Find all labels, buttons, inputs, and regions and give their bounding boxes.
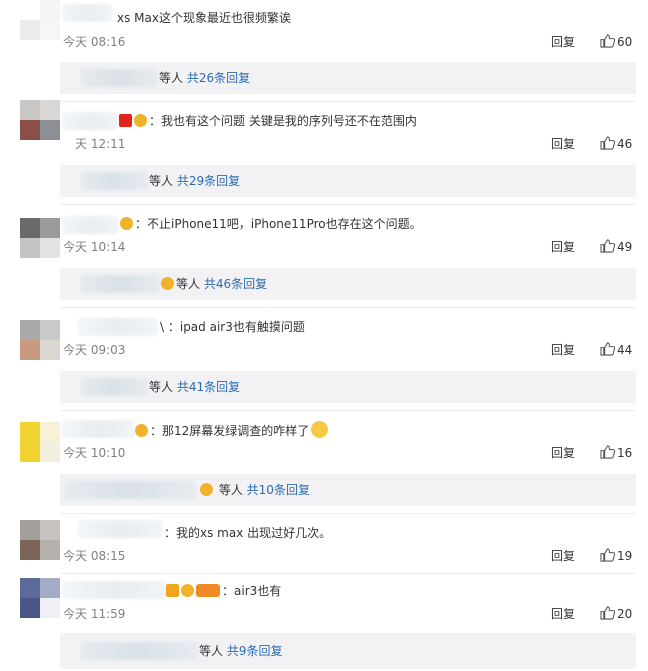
avatar[interactable] <box>20 0 60 40</box>
thumbs-up-icon <box>600 342 615 356</box>
like-button[interactable]: 44 <box>600 342 632 358</box>
replies-summary[interactable]: 等人 共41条回复 <box>60 371 636 403</box>
divider <box>60 410 636 411</box>
reply-users-redacted <box>80 275 160 293</box>
avatar[interactable] <box>20 422 60 462</box>
member-badge-icon <box>181 584 194 597</box>
avatar[interactable] <box>20 218 60 258</box>
like-button[interactable]: 60 <box>600 34 632 50</box>
username-redacted <box>62 216 118 234</box>
reply-users-redacted <box>64 481 196 499</box>
member-badge-icon <box>161 277 174 290</box>
member-badge-icon <box>134 114 147 127</box>
member-badge-icon <box>135 424 148 437</box>
reply-count[interactable]: 共26条回复 <box>187 71 250 85</box>
comment-time: 今天 08:16 <box>63 35 126 49</box>
thumbs-up-icon <box>600 239 615 253</box>
like-count: 60 <box>617 35 633 49</box>
username-redacted <box>78 520 162 538</box>
replies-link[interactable]: 等人 共26条回复 <box>159 70 250 86</box>
comment-time: 今天 09:03 <box>63 343 126 357</box>
reply-users-redacted <box>80 642 198 660</box>
reply-button[interactable]: 回复 <box>551 445 575 461</box>
divider <box>60 513 636 514</box>
replies-summary[interactable]: 等人 共10条回复 <box>60 474 636 506</box>
replies-summary[interactable]: 等人 共9条回复 <box>60 633 636 669</box>
comment-text: ：不止iPhone11吧，iPhone11Pro也存在这个问题。 <box>120 215 422 233</box>
comment-text: xs Max这个现象最近也很频繁诶 <box>117 11 291 25</box>
divider <box>60 307 636 308</box>
thumbs-up-icon <box>600 606 615 620</box>
comment-text: \ ：ipad air3也有触摸问题 <box>160 320 305 334</box>
replies-summary[interactable]: 等人 共46条回复 <box>60 268 636 300</box>
username-redacted <box>62 420 134 438</box>
comment-time: 今天 08:15 <box>63 549 126 563</box>
replies-summary[interactable]: 等人 共26条回复 <box>60 62 636 94</box>
username-redacted <box>78 318 158 336</box>
like-count: 49 <box>617 240 633 254</box>
reply-count[interactable]: 共41条回复 <box>177 380 240 394</box>
avatar[interactable] <box>20 520 60 560</box>
like-button[interactable]: 49 <box>600 239 632 255</box>
comment-text: ：我的xs max 出现过好几次。 <box>164 526 332 540</box>
comment-text: ：air3也有 <box>166 582 281 600</box>
laughing-emoji-icon <box>311 421 329 438</box>
comment-time: 今天 11:59 <box>63 607 126 621</box>
reply-count[interactable]: 共46条回复 <box>204 277 267 291</box>
reply-count[interactable]: 共10条回复 <box>247 483 310 497</box>
username-redacted <box>62 4 112 22</box>
replies-link[interactable]: 等人 共10条回复 <box>200 482 310 498</box>
replies-link[interactable]: 等人 共41条回复 <box>149 379 240 395</box>
thumbs-up-icon <box>600 34 615 48</box>
like-button[interactable]: 16 <box>600 445 632 461</box>
thumbs-up-icon <box>600 548 615 562</box>
reply-button[interactable]: 回复 <box>551 606 575 622</box>
vip-badge-icon <box>166 584 179 597</box>
like-count: 19 <box>617 549 633 563</box>
like-count: 20 <box>617 607 633 621</box>
like-count: 46 <box>617 137 633 151</box>
reply-count[interactable]: 共9条回复 <box>227 644 283 658</box>
username-redacted <box>62 112 118 130</box>
replies-link[interactable]: 等人 共29条回复 <box>149 173 240 189</box>
reply-button[interactable]: 回复 <box>551 34 575 50</box>
member-badge-icon <box>120 217 133 230</box>
replies-link[interactable]: 等人 共46条回复 <box>161 276 267 292</box>
like-count: 16 <box>617 446 633 460</box>
reply-button[interactable]: 回复 <box>551 548 575 564</box>
reply-users-redacted <box>80 172 148 190</box>
divider <box>60 573 636 574</box>
comment-time: 今天 10:10 <box>63 446 126 460</box>
comment-time: 天 12:11 <box>75 137 126 151</box>
reply-users-redacted <box>80 378 148 396</box>
username-redacted <box>62 581 166 599</box>
reply-button[interactable]: 回复 <box>551 342 575 358</box>
thumbs-up-icon <box>600 445 615 459</box>
avatar[interactable] <box>20 100 60 140</box>
avatar[interactable] <box>20 320 60 360</box>
like-count: 44 <box>617 343 633 357</box>
comment-text: ：我也有这个问题 关键是我的序列号还不在范围内 <box>119 112 417 130</box>
verified-badge-icon <box>119 114 132 127</box>
member-badge-icon <box>200 483 213 496</box>
reply-button[interactable]: 回复 <box>551 239 575 255</box>
thumbs-up-icon <box>600 136 615 150</box>
avatar[interactable] <box>20 578 60 618</box>
replies-summary[interactable]: 等人 共29条回复 <box>60 165 636 197</box>
reply-count[interactable]: 共29条回复 <box>177 174 240 188</box>
divider <box>60 204 636 205</box>
like-button[interactable]: 46 <box>600 136 632 152</box>
divider <box>60 101 636 102</box>
comment-time: 今天 10:14 <box>63 240 126 254</box>
fan-badge-icon <box>196 584 220 597</box>
reply-button[interactable]: 回复 <box>551 136 575 152</box>
like-button[interactable]: 19 <box>600 548 632 564</box>
comment-text: ：那12屏幕发绿调查的咋样了 <box>135 421 329 440</box>
like-button[interactable]: 20 <box>600 606 632 622</box>
reply-users-redacted <box>80 69 158 87</box>
replies-link[interactable]: 等人 共9条回复 <box>199 643 282 659</box>
